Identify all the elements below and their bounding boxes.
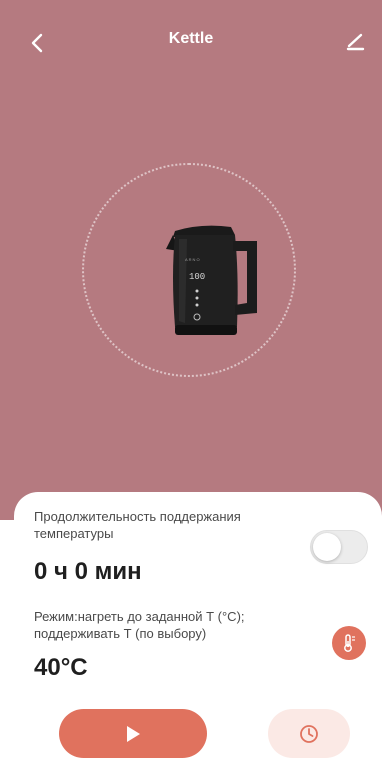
hero-area: Kettle ARNO 100 (0, 0, 382, 520)
temperature-button[interactable] (332, 626, 366, 660)
clock-icon (300, 724, 318, 743)
kettle-image: ARNO 100 (166, 225, 257, 335)
svg-text:ARNO: ARNO (185, 257, 201, 262)
kettle-display: 100 (189, 272, 205, 282)
keep-warm-toggle[interactable] (310, 530, 368, 564)
pencil-icon (346, 33, 365, 51)
top-bar: Kettle (0, 18, 382, 62)
timer-button[interactable] (268, 709, 350, 758)
thermometer-icon (344, 634, 355, 652)
keep-warm-label: Продолжительность поддержания температур… (34, 509, 241, 541)
control-panel: Продолжительность поддержания температур… (14, 492, 382, 763)
page-title: Kettle (168, 30, 214, 47)
keep-warm-duration: 0 ч 0 мин (34, 558, 142, 585)
target-temperature: 40°C (34, 654, 88, 681)
mode-label: Режим:нагреть до заданной Т (°C); поддер… (34, 609, 245, 641)
play-icon (127, 725, 140, 742)
toggle-knob (313, 533, 341, 561)
edit-button[interactable] (340, 26, 370, 56)
start-button[interactable] (59, 709, 207, 758)
